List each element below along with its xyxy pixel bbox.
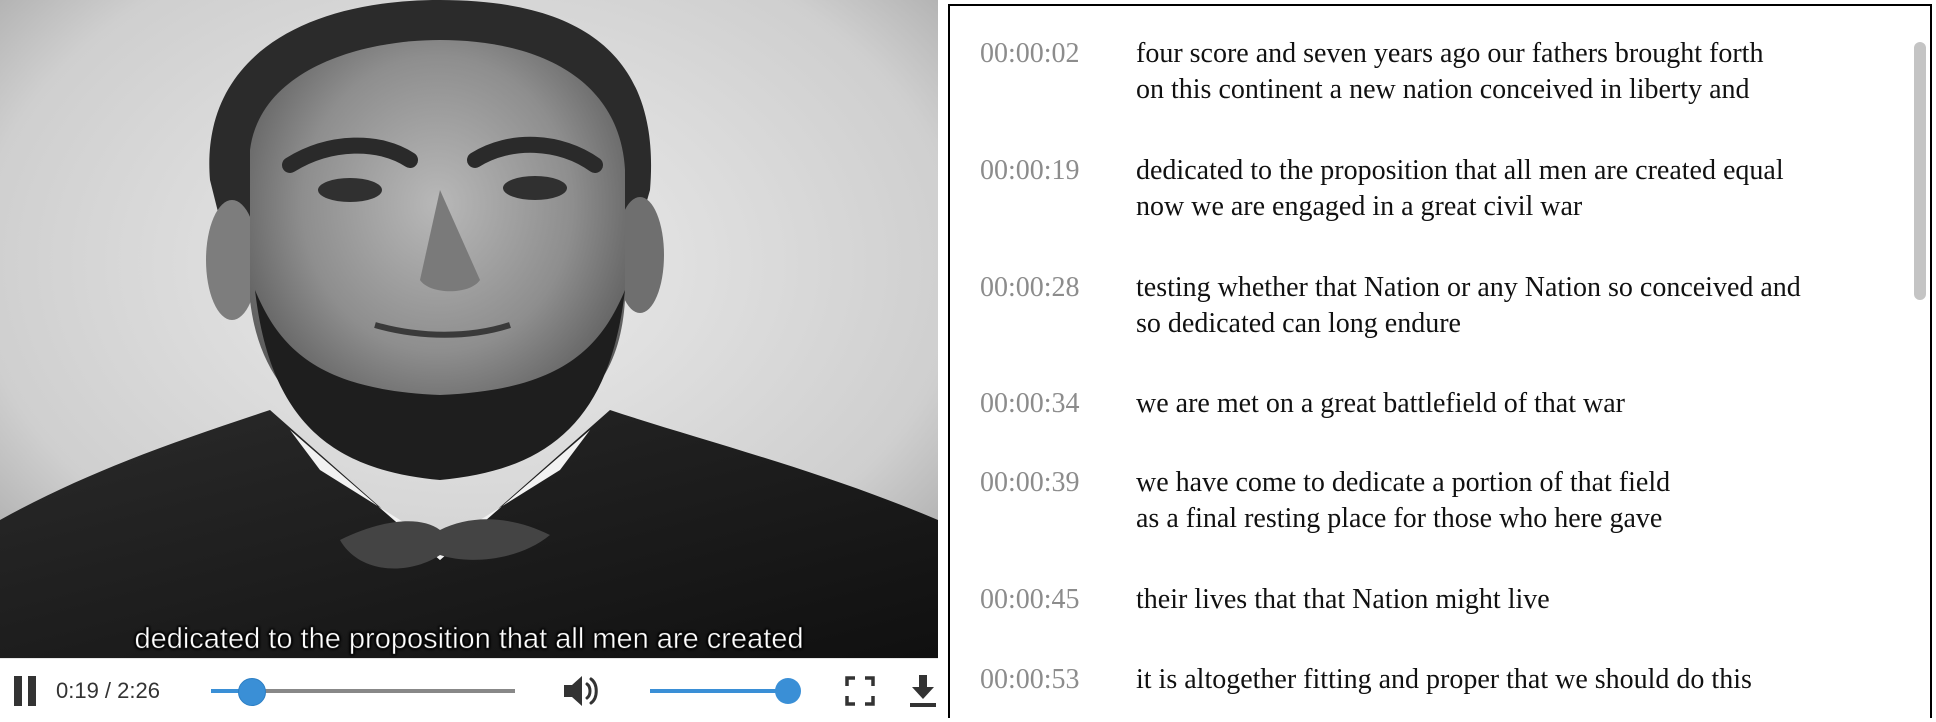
volume-icon[interactable] [562,673,602,709]
volume-slider-fill [650,689,788,693]
transcript-timestamp[interactable]: 00:00:53 [980,662,1080,698]
transcript-timestamp[interactable]: 00:00:45 [980,582,1080,618]
transcript-line: on this continent a new nation conceived… [1136,74,1750,105]
transcript-timestamp[interactable]: 00:00:28 [980,270,1080,306]
transcript-text: it is altogether fitting and proper that… [1136,662,1752,698]
transcript-text: we have come to dedicate a portion of th… [1136,465,1670,537]
transcript-timestamp[interactable]: 00:00:02 [980,36,1080,72]
app-root: dedicated to the proposition that all me… [0,0,1936,722]
seek-bar-thumb[interactable] [237,678,266,706]
seek-bar[interactable] [211,678,515,706]
portrait-image [0,0,938,658]
time-display: 0:19 / 2:26 [56,678,160,703]
transcript-timestamp[interactable]: 00:00:39 [980,465,1080,501]
volume-slider-thumb[interactable] [774,678,801,704]
transcript-scrollbar[interactable] [1908,6,1930,718]
transcript-line: dedicated to the proposition that all me… [1136,155,1784,186]
transcript-line: as a final resting place for those who h… [1136,503,1663,534]
transcript-line: so dedicated can long endure [1136,308,1461,339]
transcript-text: dedicated to the proposition that all me… [1136,153,1784,225]
transcript-text: their lives that that Nation might live [1136,582,1550,618]
transcript-text: we are met on a great battlefield of tha… [1136,386,1625,422]
transcript-list: 00:00:02 four score and seven years ago o… [950,6,1906,718]
transcript-line: we are met on a great battlefield of tha… [1136,388,1625,419]
download-icon[interactable] [908,673,938,709]
transcript-text: testing whether that Nation or any Natio… [1136,270,1801,342]
transcript-line: four score and seven years ago our fathe… [1136,38,1764,69]
transcript-scrollbar-thumb[interactable] [1914,42,1926,300]
video-caption: dedicated to the proposition that all me… [134,623,804,656]
transcript-line: we have come to dedicate a portion of th… [1136,467,1671,498]
transcript-timestamp[interactable]: 00:00:19 [980,153,1080,189]
pause-icon[interactable] [12,676,38,706]
transcript-line: it is altogether fitting and proper that… [1136,664,1752,695]
transcript-line: their lives that that Nation might live [1136,584,1550,615]
player-controls: 0:19 / 2:26 [0,658,938,722]
video-frame[interactable]: dedicated to the proposition that all me… [0,0,938,658]
transcript-line: now we are engaged in a great civil war [1136,191,1583,222]
video-player: dedicated to the proposition that all me… [0,0,938,722]
transcript-panel[interactable]: 00:00:02 four score and seven years ago o… [948,4,1932,718]
transcript-timestamp[interactable]: 00:00:34 [980,386,1080,422]
fullscreen-icon[interactable] [845,676,875,706]
volume-slider[interactable] [650,678,801,704]
transcript-text: four score and seven years ago our fathe… [1136,36,1763,108]
transcript-line: testing whether that Nation or any Natio… [1136,272,1801,303]
